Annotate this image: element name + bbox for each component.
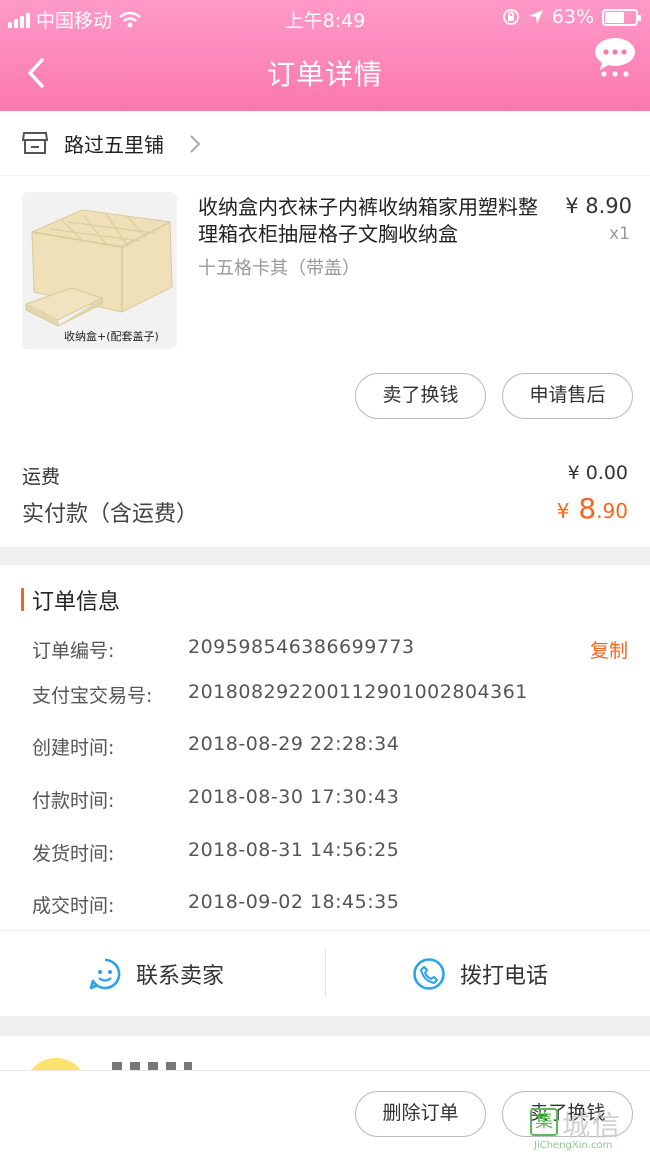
peek-text-fragment [112,1062,192,1070]
contact-seller-label: 联系卖家 [136,963,225,989]
watermark-box: 集 [530,1108,558,1136]
paid-currency: ¥ [556,499,570,523]
section-divider [0,547,650,565]
created-time-value: 2018-08-29 22:28:34 [188,733,400,755]
watermark-en: JiChengXin.com [534,1140,613,1151]
chevron-right-icon [190,135,201,153]
status-bar: 中国移动 上午8:49 63% [0,0,650,38]
after-sale-button[interactable]: 申请售后 [502,373,633,419]
product-title[interactable]: 收纳盒内衣袜子内裤收纳箱家用塑料整理箱衣柜抽屉格子文胸收纳盒 [198,194,544,248]
completed-time-label: 成交时间: [32,895,115,917]
product-quantity: x1 [609,224,630,244]
order-number-label: 订单编号: [32,640,115,662]
delete-order-button[interactable]: 删除订单 [355,1091,486,1137]
order-info-title: 订单信息 [32,590,121,615]
phone-icon [413,957,445,990]
paid-amount: ¥ 8.90 [557,492,628,525]
product-price: ¥ 8.90 [565,194,632,218]
chat-face-icon [89,958,121,989]
section-accent-bar [21,588,24,611]
shipping-label: 运费 [22,466,61,488]
battery-icon [602,8,641,26]
copy-button[interactable]: 复制 [590,636,628,663]
section-divider-2 [0,1016,650,1036]
paid-time-label: 付款时间: [32,790,115,812]
nav-bar: 订单详情 [0,38,650,111]
location-icon [528,10,543,24]
product-spec: 十五格卡其（带盖） [198,258,360,279]
sell-button[interactable]: 卖了换钱 [355,373,486,419]
page-title: 订单详情 [266,58,383,91]
contact-seller-button[interactable]: 联系卖家 [88,931,224,1016]
storage-box-illustration [24,209,173,327]
paid-time-value: 2018-08-30 17:30:43 [188,786,400,808]
completed-time-value: 2018-09-02 18:45:35 [188,891,400,913]
message-icon[interactable] [594,38,636,78]
paid-label: 实付款（含运费） [22,502,199,527]
contact-actions: 联系卖家 拨打电话 [0,930,650,1017]
paid-dec: .90 [596,499,628,523]
shipping-value: ¥ 0.00 [567,462,628,484]
shipped-time-value: 2018-08-31 14:56:25 [188,839,400,861]
shipped-time-label: 发货时间: [32,843,115,865]
created-time-label: 创建时间: [32,737,115,759]
shop-icon [22,132,48,154]
call-label: 拨打电话 [460,963,549,989]
header: 中国移动 上午8:49 63% 订单详情 [0,0,650,111]
rotation-lock-icon [502,9,519,25]
shop-row[interactable]: 路过五里铺 [0,111,650,176]
battery-percent: 63% [551,6,594,28]
watermark-cn: 城信 [562,1109,623,1142]
shop-name[interactable]: 路过五里铺 [64,129,164,158]
actions-divider [325,949,326,997]
product-image[interactable]: 收纳盒+(配套盖子) [22,192,177,349]
image-caption: 收纳盒+(配套盖子) [64,330,159,343]
order-number-value: 2095985463866997​73 [188,636,415,658]
paid-int: 8 [578,492,597,525]
alipay-trade-label: 支付宝交易号: [32,685,153,707]
alipay-trade-value: 2018082922001129010028​04361 [188,681,528,703]
call-button[interactable]: 拨打电话 [412,931,548,1016]
watermark: 集 城信 JiChengXin.com [524,1102,644,1156]
